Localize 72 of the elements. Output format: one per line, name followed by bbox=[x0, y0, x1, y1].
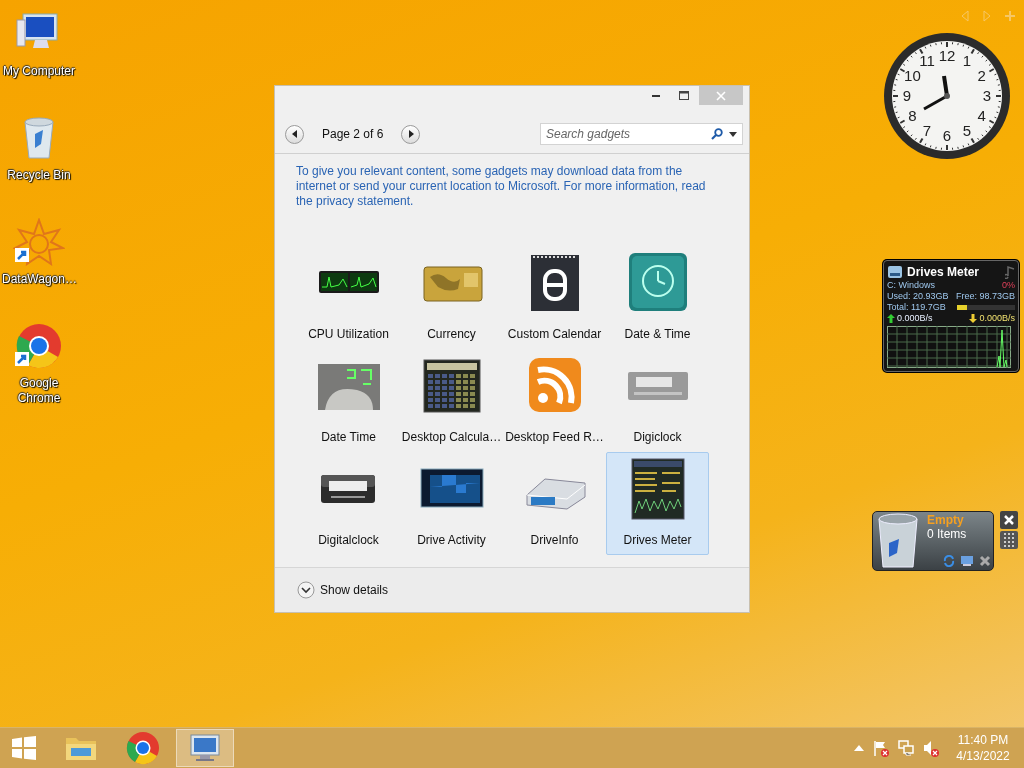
trash-can-icon bbox=[875, 513, 921, 569]
bin-status: Empty bbox=[927, 513, 965, 527]
drives-meter-gadget[interactable]: Drives Meter C: Windows 0% Used: 20.93GB Free: 98.73GB Total: 119.7GB 0.000B/s 0.000B/s bbox=[883, 260, 1019, 372]
clock-numeral: 4 bbox=[977, 107, 986, 124]
x-icon[interactable] bbox=[979, 555, 991, 567]
drive-icon bbox=[887, 264, 903, 280]
gadget-tile[interactable]: Custom Calendar bbox=[503, 246, 606, 349]
dropdown-caret-icon[interactable] bbox=[729, 132, 737, 137]
gadget-tile[interactable]: Date Time bbox=[297, 349, 400, 452]
clock-hands bbox=[923, 75, 950, 111]
windows-logo-icon bbox=[11, 735, 37, 761]
chevron-down-icon bbox=[297, 581, 315, 599]
page-indicator: Page 2 of 6 bbox=[322, 127, 384, 141]
clock-numeral: 5 bbox=[962, 121, 972, 139]
previous-page-icon bbox=[290, 130, 299, 138]
music-note-icon bbox=[1005, 265, 1015, 279]
clock-numeral: 11 bbox=[919, 52, 935, 70]
clock-numeral: 1 bbox=[962, 52, 972, 70]
gadget-tile[interactable]: CPU Utilization bbox=[297, 246, 400, 349]
gadget-tile[interactable]: Date & Time bbox=[606, 246, 709, 349]
gadget-tile[interactable]: Desktop Feed R… bbox=[503, 349, 606, 452]
down-arrow-icon bbox=[969, 314, 978, 323]
used-space: Used: 20.93GB bbox=[887, 291, 949, 302]
free-space: Free: 98.73GB bbox=[955, 291, 1015, 302]
computer-icon[interactable] bbox=[960, 555, 974, 567]
chrome-logo-icon bbox=[125, 730, 161, 766]
drag-handle-icon[interactable] bbox=[1000, 531, 1018, 549]
network-icon[interactable] bbox=[898, 740, 914, 756]
previous-page-button[interactable] bbox=[285, 124, 304, 144]
star-pattern-icon[interactable] bbox=[13, 218, 65, 266]
close-icon bbox=[1004, 515, 1014, 525]
next-page-icon bbox=[406, 130, 415, 138]
up-arrow-icon bbox=[887, 314, 895, 323]
clock-numeral: 6 bbox=[942, 127, 952, 144]
refresh-icon[interactable] bbox=[943, 555, 955, 567]
clock-numeral: 12 bbox=[938, 47, 956, 64]
gadget-tile[interactable]: Digitalclock bbox=[297, 452, 400, 555]
flag-icon[interactable] bbox=[873, 739, 889, 757]
download-speed: 0.000B/s bbox=[979, 313, 1015, 324]
gadget-tile[interactable]: Drive Activity bbox=[400, 452, 503, 555]
gadget-title: Drives Meter bbox=[907, 266, 981, 278]
taskbar-app-button[interactable] bbox=[176, 729, 234, 767]
search-icon[interactable] bbox=[711, 128, 723, 140]
caret-up-icon[interactable] bbox=[854, 745, 864, 751]
close-icon bbox=[716, 90, 726, 101]
drive-name: C: Windows bbox=[887, 280, 935, 291]
minimize-icon bbox=[652, 94, 660, 97]
next-page-button[interactable] bbox=[401, 124, 421, 144]
maximize-icon bbox=[679, 90, 689, 101]
show-details-button[interactable]: Show details bbox=[297, 581, 389, 599]
gadget-tile[interactable]: DriveInfo bbox=[503, 452, 606, 555]
gadget-tile[interactable]: Digiclock bbox=[606, 349, 709, 452]
speaker-icon[interactable] bbox=[923, 739, 939, 757]
upload-speed: 0.000B/s bbox=[897, 313, 933, 324]
gadget-tile[interactable]: Desktop Calcula… bbox=[400, 349, 503, 452]
recycle-bin-gadget[interactable]: Empty 0 Items bbox=[872, 511, 994, 571]
taskbar-time: 11:40 PM bbox=[957, 732, 1009, 748]
close-button[interactable] bbox=[1000, 511, 1018, 529]
clock-numeral: 8 bbox=[908, 107, 917, 124]
gadget-tile[interactable]: Currency bbox=[400, 246, 503, 349]
clock-numeral: 2 bbox=[977, 67, 986, 84]
usage-percent: 0% bbox=[1002, 280, 1015, 291]
search-field[interactable]: Search gadgets bbox=[540, 123, 743, 145]
clock-numeral: 7 bbox=[922, 121, 932, 139]
clock-numeral: 9 bbox=[902, 87, 912, 104]
taskbar-date: 4/13/2022 bbox=[956, 748, 1010, 764]
clock-numeral: 10 bbox=[904, 67, 921, 84]
total-space: Total: 119.7GB bbox=[887, 302, 946, 313]
gadget-tile[interactable]: Drives Meter bbox=[606, 452, 709, 555]
item-count: 0 Items bbox=[927, 527, 968, 541]
clock-numeral: 3 bbox=[982, 87, 992, 104]
privacy-notice: To give you relevant content, some gadgets may download data from the internet or send your current location to Microsoft. For more information, read the privacy statement. bbox=[296, 164, 707, 209]
